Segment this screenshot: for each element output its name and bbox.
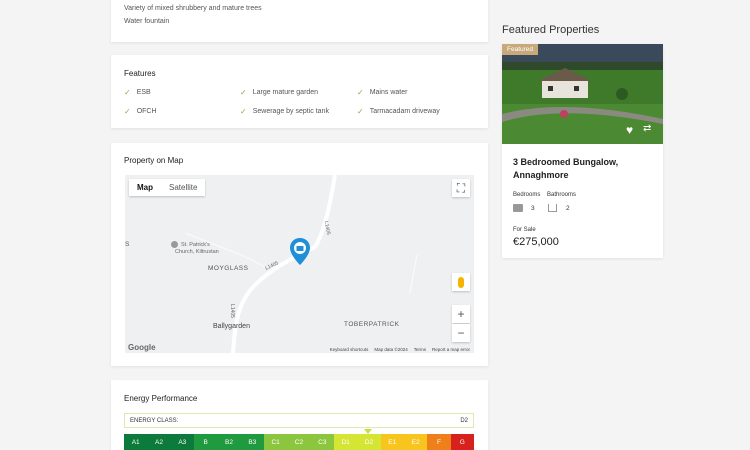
energy-band-c1: C1 (263, 434, 288, 450)
map-type-control: Map Satellite (129, 179, 206, 196)
zoom-out-button[interactable]: − (452, 324, 470, 342)
features-card: Features ✓ ESB ✓ Large mature garden ✓ Main… (111, 55, 488, 128)
energy-band-e1: E1 (380, 434, 404, 450)
feature-item: ✓ Tarmacadam driveway (357, 107, 440, 116)
featured-property-card[interactable]: Featured ♥ ⇄ 3 Bedroomed Bungalow, Annag… (502, 44, 663, 258)
keyboard-shortcuts-link[interactable]: Keyboard shortcuts (330, 347, 369, 352)
energy-card: Energy Performance ENERGY CLASS: D2 A1 A2… (111, 380, 488, 450)
bathrooms-label: Bathrooms (547, 192, 577, 198)
check-icon: ✓ (357, 88, 364, 97)
location-pin-icon[interactable] (290, 238, 310, 265)
energy-band-c3: C3 (310, 434, 334, 450)
energy-class-row: ENERGY CLASS: D2 (124, 413, 474, 428)
map-label-toberpatrick: TOBERPATRICK (344, 321, 400, 328)
feature-item: ✓ ESB (124, 88, 151, 97)
energy-band-d2: D2 (357, 434, 381, 450)
zoom-in-button[interactable]: + (452, 305, 470, 323)
energy-class-value: D2 (460, 418, 468, 424)
energy-band-b3: B3 (240, 434, 264, 450)
street-view-pegman-icon[interactable] (452, 273, 470, 291)
google-logo: Google (128, 343, 156, 352)
energy-band-d1: D1 (333, 434, 358, 450)
garden-card: Variety of mixed shrubbery and mature tr… (111, 0, 488, 42)
property-status: For Sale (513, 227, 536, 233)
check-icon: ✓ (124, 88, 131, 97)
map-data-text: Map data ©2024 (374, 347, 408, 352)
map-card: Property on Map Map Satellite ⛶ S St. Pa… (111, 143, 488, 366)
check-icon: ✓ (240, 88, 247, 97)
bedrooms-value: 3 (513, 204, 535, 212)
check-icon: ✓ (240, 107, 247, 116)
energy-band-b2: B2 (217, 434, 241, 450)
bathrooms-value: 2 (548, 204, 570, 212)
bed-icon (513, 204, 523, 212)
feature-item: ✓ Mains water (357, 88, 408, 97)
bedrooms-label: Bedrooms (513, 192, 541, 198)
map-label-ballygarden: Ballygarden (213, 323, 250, 330)
garden-line-1: Variety of mixed shrubbery and mature tr… (124, 5, 262, 12)
energy-band-a2: A2 (147, 434, 171, 450)
bath-icon (548, 204, 557, 212)
map-canvas[interactable]: Map Satellite ⛶ S St. Patrick's Church, … (125, 175, 474, 353)
garden-line-2: Water fountain (124, 18, 170, 25)
map-label-edge: S (125, 241, 130, 248)
map-label-moyglass: MOYGLASS (208, 265, 249, 272)
church-icon (171, 241, 178, 248)
energy-band-e2: E2 (403, 434, 428, 450)
energy-title: Energy Performance (124, 394, 198, 403)
map-title: Property on Map (124, 156, 184, 165)
fullscreen-icon[interactable]: ⛶ (452, 179, 470, 197)
energy-band-f: F (427, 434, 451, 450)
energy-band-c2: C2 (287, 434, 311, 450)
features-title: Features (124, 69, 156, 78)
energy-band-a1: A1 (124, 434, 148, 450)
energy-band-a3: A3 (170, 434, 194, 450)
energy-class-label: ENERGY CLASS: (130, 418, 179, 424)
heart-icon[interactable]: ♥ (626, 123, 633, 137)
featured-tag: Featured (502, 44, 539, 55)
map-label-church-2: Church, Kiltrustan (175, 249, 219, 255)
feature-item: ✓ Large mature garden (240, 88, 319, 97)
map-type-satellite-button[interactable]: Satellite (161, 179, 205, 196)
energy-band-g: G (450, 434, 474, 450)
energy-bands: A1 A2 A3 B B2 B3 C1 C2 C3 D1 D2 E1 E2 F G (124, 434, 474, 450)
map-footer: Keyboard shortcuts Map data ©2024 Terms … (330, 347, 470, 352)
report-map-error-link[interactable]: Report a map error (432, 347, 470, 352)
check-icon: ✓ (124, 107, 131, 116)
map-label-church: St. Patrick's (181, 242, 210, 248)
property-photo[interactable]: Featured ♥ ⇄ (502, 44, 663, 144)
energy-band-b: B (193, 434, 218, 450)
check-icon: ✓ (357, 107, 364, 116)
map-type-map-button[interactable]: Map (129, 179, 161, 196)
featured-heading: Featured Properties (502, 24, 600, 36)
property-title[interactable]: 3 Bedroomed Bungalow, Annaghmore (513, 156, 653, 182)
feature-item: ✓ Sewerage by septic tank (240, 107, 329, 116)
feature-item: ✓ OFCH (124, 107, 157, 116)
road-label: L1405 (228, 304, 235, 318)
property-price: €275,000 (513, 236, 559, 248)
compare-arrows-icon[interactable]: ⇄ (643, 123, 651, 134)
terms-link[interactable]: Terms (414, 347, 426, 352)
